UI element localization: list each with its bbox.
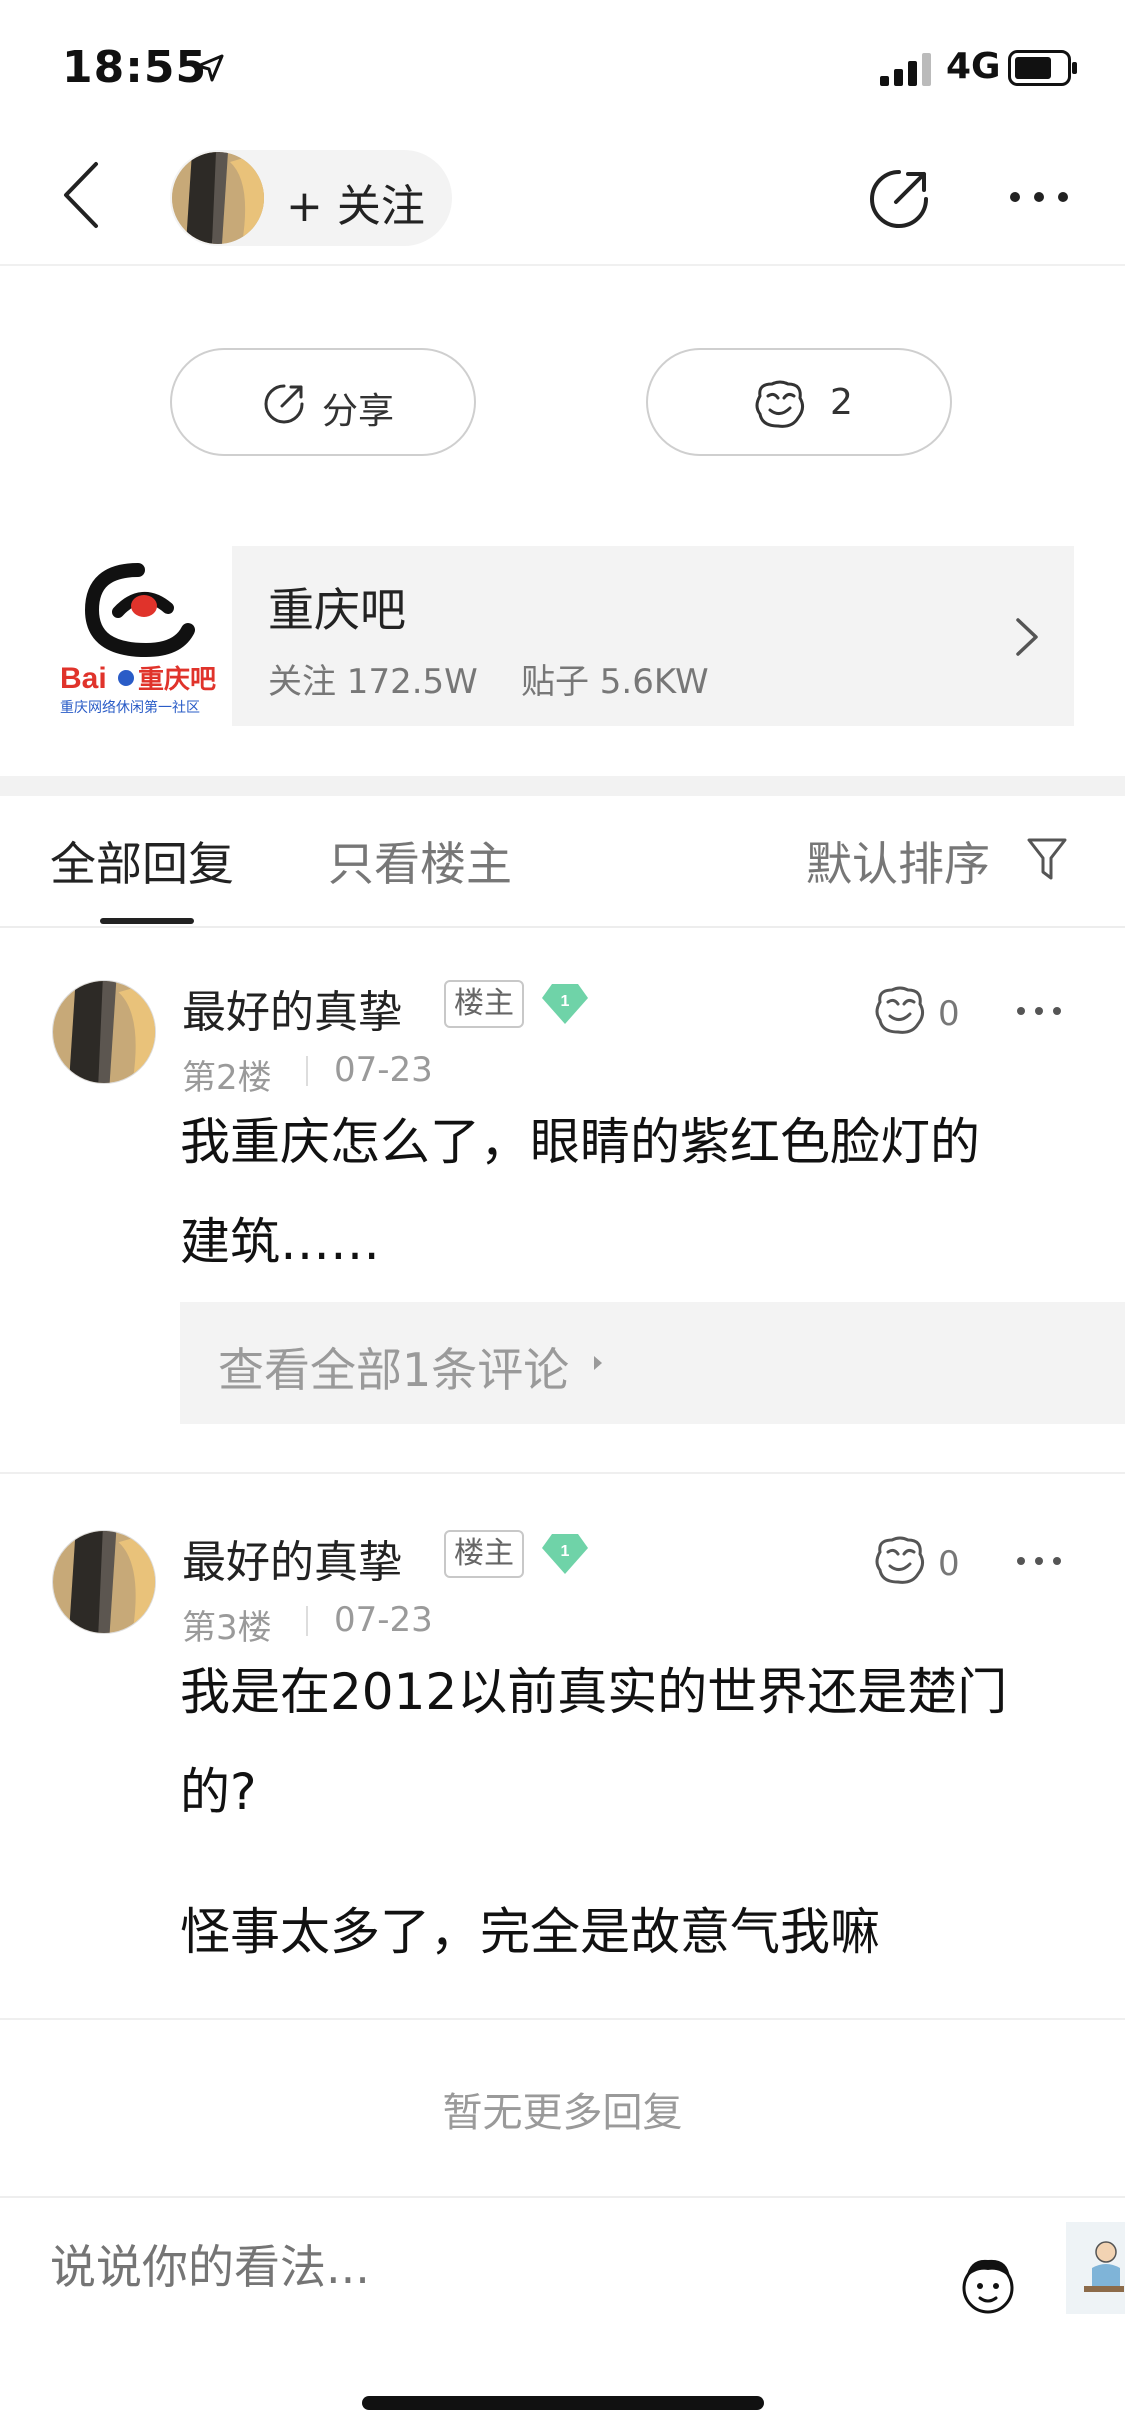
reply-text-line: 的? [180, 1763, 257, 1821]
author-avatar[interactable] [172, 152, 264, 244]
reply-like-count: 0 [938, 994, 960, 1034]
follow-button[interactable]: + 关注 [286, 170, 425, 234]
reply-text-line: 建筑…… [180, 1213, 380, 1271]
reply-text-line: 我是在2012以前真实的世界还是楚门 [180, 1663, 1008, 1721]
chevron-right-icon [1016, 618, 1038, 656]
like-count: 2 [830, 382, 853, 423]
status-time: 18:55 [62, 42, 208, 93]
view-comments-label: 查看全部1条评论 [218, 1343, 570, 1397]
back-icon[interactable] [58, 160, 104, 230]
reply-text-line: 我重庆怎么了，眼睛的紫红色脸灯的 [180, 1113, 980, 1171]
sort-selector[interactable]: 默认排序 [806, 828, 990, 894]
filter-icon[interactable] [1026, 836, 1068, 882]
tab-divider [0, 926, 1125, 928]
network-type: 4G [946, 46, 1001, 87]
sticker-thumbnail[interactable] [1066, 2222, 1125, 2314]
avatar[interactable] [52, 980, 156, 1084]
level-gem-icon: 1 [542, 984, 588, 1024]
share-icon[interactable] [866, 166, 932, 232]
caret-right-icon [594, 1356, 602, 1370]
more-icon[interactable] [1008, 186, 1070, 208]
reply-text-line: 怪事太多了，完全是故意气我嘛 [180, 1903, 880, 1961]
meta-separator [306, 1606, 308, 1636]
forum-name: 重庆吧 [268, 583, 406, 637]
svg-text:重庆吧: 重庆吧 [138, 664, 216, 695]
comment-input[interactable] [50, 2240, 870, 2294]
avatar[interactable] [52, 1530, 156, 1634]
home-indicator [362, 2396, 764, 2410]
svg-text:1: 1 [561, 993, 570, 1010]
tab-owner-only[interactable]: 只看楼主 [328, 828, 512, 894]
location-arrow-icon [196, 54, 224, 82]
svg-text:1: 1 [561, 1543, 570, 1560]
tab-active-indicator [100, 918, 194, 924]
like-face-icon[interactable] [872, 986, 928, 1036]
owner-badge: 楼主 [444, 1530, 524, 1578]
reply-date: 07-23 [334, 1600, 433, 1640]
emoji-icon[interactable] [956, 2252, 1020, 2316]
svg-text:重庆网络休闲第一社区: 重庆网络休闲第一社区 [60, 699, 200, 716]
reply-divider [0, 2018, 1125, 2020]
forum-logo[interactable]: Bai 重庆吧 重庆网络休闲第一社区 [52, 546, 232, 726]
more-icon[interactable] [1016, 1004, 1062, 1018]
share-label: 分享 [322, 391, 395, 432]
reply-date: 07-23 [334, 1050, 433, 1090]
like-button[interactable]: 2 [646, 348, 952, 456]
share-icon [264, 384, 304, 424]
reply-like-count: 0 [938, 1544, 960, 1584]
meta-separator [306, 1056, 308, 1086]
view-comments-link[interactable]: 查看全部1条评论 [180, 1302, 1125, 1424]
reply-username[interactable]: 最好的真挚 [182, 976, 402, 1040]
signal-icon [880, 53, 931, 86]
level-gem-icon: 1 [542, 1534, 588, 1574]
reply-username[interactable]: 最好的真挚 [182, 1526, 402, 1590]
reply-divider [0, 1472, 1125, 1474]
bottom-divider [0, 2196, 1125, 2198]
nav-divider [0, 264, 1125, 266]
tab-all-replies[interactable]: 全部回复 [50, 828, 234, 894]
like-face-icon[interactable] [872, 1536, 928, 1586]
owner-badge: 楼主 [444, 980, 524, 1028]
forum-logo-text: Bai [60, 662, 107, 695]
share-button[interactable]: 分享 [170, 348, 476, 456]
more-icon[interactable] [1016, 1554, 1062, 1568]
like-face-icon [755, 380, 805, 428]
forum-stats: 关注 172.5W 贴子 5.6KW [268, 662, 709, 702]
battery-icon [1008, 50, 1077, 86]
section-gap [0, 776, 1125, 796]
no-more-replies: 暂无更多回复 [442, 2090, 683, 2136]
